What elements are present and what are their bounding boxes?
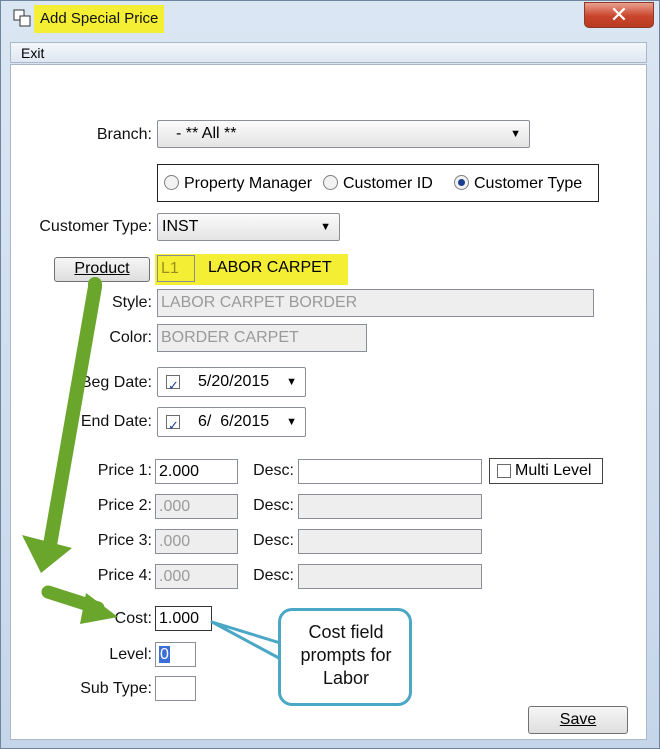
callout-line-1: Cost field [308,622,384,642]
green-arrow-to-cost [41,585,118,624]
callout-line-3: Labor [322,668,370,688]
callout-text: Cost field prompts for Labor [282,621,410,690]
green-arrow-down [22,277,102,573]
callout-line-2: prompts for [300,645,392,665]
